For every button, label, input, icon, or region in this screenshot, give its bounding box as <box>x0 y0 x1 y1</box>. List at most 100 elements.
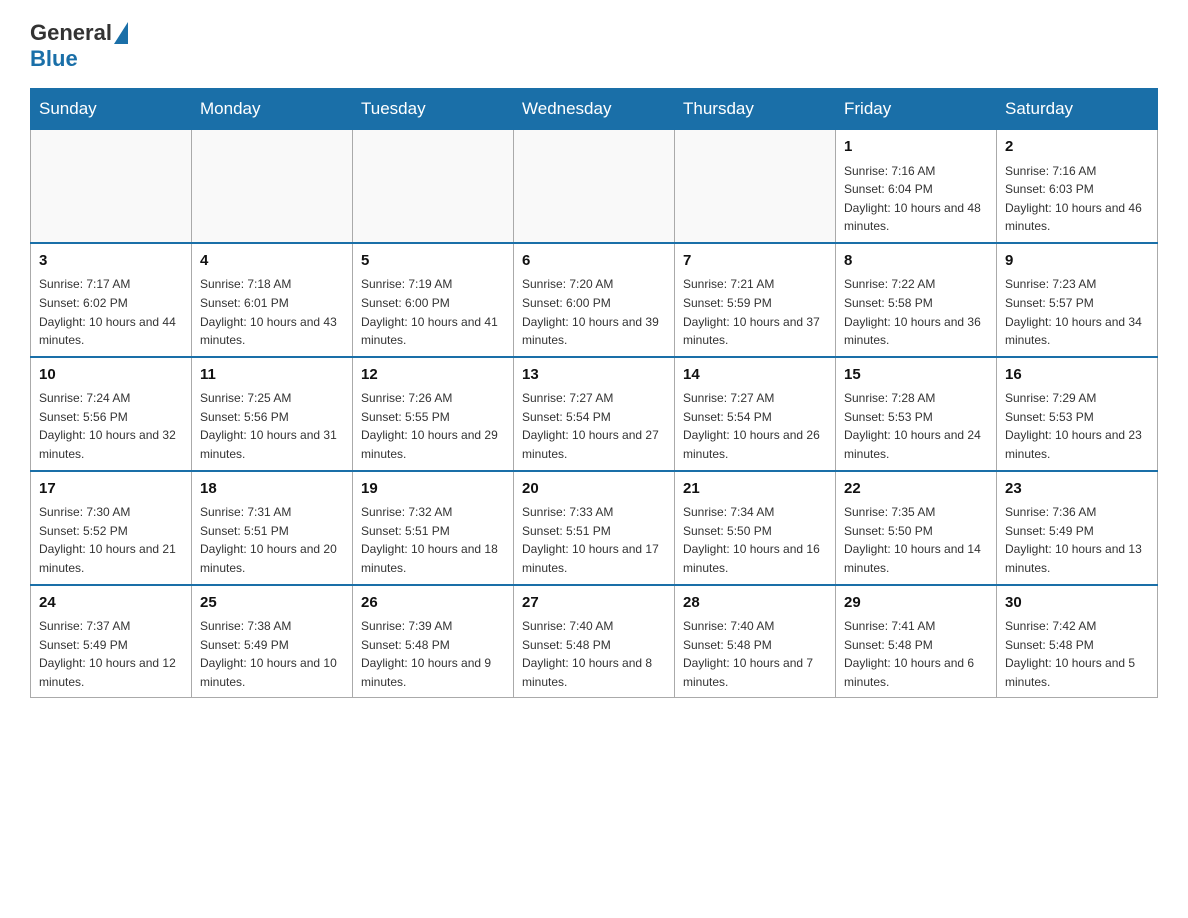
empty-day-cell <box>31 130 192 243</box>
day-info: Sunrise: 7:32 AMSunset: 5:51 PMDaylight:… <box>361 503 505 577</box>
calendar-week-row: 17Sunrise: 7:30 AMSunset: 5:52 PMDayligh… <box>31 471 1158 585</box>
day-number: 29 <box>844 592 988 615</box>
calendar-day-25: 25Sunrise: 7:38 AMSunset: 5:49 PMDayligh… <box>192 585 353 698</box>
day-number: 9 <box>1005 250 1149 273</box>
calendar-day-17: 17Sunrise: 7:30 AMSunset: 5:52 PMDayligh… <box>31 471 192 585</box>
day-info: Sunrise: 7:22 AMSunset: 5:58 PMDaylight:… <box>844 275 988 349</box>
day-info: Sunrise: 7:29 AMSunset: 5:53 PMDaylight:… <box>1005 389 1149 463</box>
calendar-day-2: 2 Sunrise: 7:16 AMSunset: 6:03 PMDaylight… <box>997 130 1158 243</box>
calendar-day-29: 29Sunrise: 7:41 AMSunset: 5:48 PMDayligh… <box>836 585 997 698</box>
day-number: 28 <box>683 592 827 615</box>
day-info: Sunrise: 7:27 AMSunset: 5:54 PMDaylight:… <box>683 389 827 463</box>
day-info: Sunrise: 7:42 AMSunset: 5:48 PMDaylight:… <box>1005 617 1149 691</box>
calendar-day-28: 28Sunrise: 7:40 AMSunset: 5:48 PMDayligh… <box>675 585 836 698</box>
day-info: Sunrise: 7:37 AMSunset: 5:49 PMDaylight:… <box>39 617 183 691</box>
day-headers-row: SundayMondayTuesdayWednesdayThursdayFrid… <box>31 89 1158 130</box>
calendar-day-16: 16Sunrise: 7:29 AMSunset: 5:53 PMDayligh… <box>997 357 1158 471</box>
day-header-friday: Friday <box>836 89 997 130</box>
day-number: 6 <box>522 250 666 273</box>
day-number: 7 <box>683 250 827 273</box>
day-number: 27 <box>522 592 666 615</box>
calendar-week-row: 1 Sunrise: 7:16 AMSunset: 6:04 PMDaylight… <box>31 130 1158 243</box>
calendar-day-13: 13Sunrise: 7:27 AMSunset: 5:54 PMDayligh… <box>514 357 675 471</box>
day-number: 23 <box>1005 478 1149 501</box>
calendar-day-7: 7Sunrise: 7:21 AMSunset: 5:59 PMDaylight… <box>675 243 836 357</box>
calendar-day-8: 8Sunrise: 7:22 AMSunset: 5:58 PMDaylight… <box>836 243 997 357</box>
calendar-day-1: 1 Sunrise: 7:16 AMSunset: 6:04 PMDaylight… <box>836 130 997 243</box>
day-number: 16 <box>1005 364 1149 387</box>
day-info: Sunrise: 7:38 AMSunset: 5:49 PMDaylight:… <box>200 617 344 691</box>
day-number: 13 <box>522 364 666 387</box>
day-number: 24 <box>39 592 183 615</box>
day-info: Sunrise: 7:16 AMSunset: 6:04 PMDaylight:… <box>844 162 988 236</box>
page-header: General Blue <box>30 20 1158 72</box>
day-info: Sunrise: 7:24 AMSunset: 5:56 PMDaylight:… <box>39 389 183 463</box>
day-number: 19 <box>361 478 505 501</box>
day-info: Sunrise: 7:41 AMSunset: 5:48 PMDaylight:… <box>844 617 988 691</box>
day-number: 25 <box>200 592 344 615</box>
calendar-day-4: 4Sunrise: 7:18 AMSunset: 6:01 PMDaylight… <box>192 243 353 357</box>
calendar-day-11: 11Sunrise: 7:25 AMSunset: 5:56 PMDayligh… <box>192 357 353 471</box>
day-info: Sunrise: 7:33 AMSunset: 5:51 PMDaylight:… <box>522 503 666 577</box>
logo: General Blue <box>30 20 130 72</box>
calendar-day-21: 21Sunrise: 7:34 AMSunset: 5:50 PMDayligh… <box>675 471 836 585</box>
logo-general-text: General <box>30 20 112 46</box>
day-header-wednesday: Wednesday <box>514 89 675 130</box>
day-number: 17 <box>39 478 183 501</box>
day-number: 10 <box>39 364 183 387</box>
empty-day-cell <box>192 130 353 243</box>
calendar-day-23: 23Sunrise: 7:36 AMSunset: 5:49 PMDayligh… <box>997 471 1158 585</box>
day-header-sunday: Sunday <box>31 89 192 130</box>
day-number: 4 <box>200 250 344 273</box>
day-info: Sunrise: 7:39 AMSunset: 5:48 PMDaylight:… <box>361 617 505 691</box>
day-info: Sunrise: 7:23 AMSunset: 5:57 PMDaylight:… <box>1005 275 1149 349</box>
day-info: Sunrise: 7:40 AMSunset: 5:48 PMDaylight:… <box>522 617 666 691</box>
calendar-day-3: 3Sunrise: 7:17 AMSunset: 6:02 PMDaylight… <box>31 243 192 357</box>
day-number: 18 <box>200 478 344 501</box>
day-number: 8 <box>844 250 988 273</box>
calendar-week-row: 24Sunrise: 7:37 AMSunset: 5:49 PMDayligh… <box>31 585 1158 698</box>
day-info: Sunrise: 7:18 AMSunset: 6:01 PMDaylight:… <box>200 275 344 349</box>
day-info: Sunrise: 7:20 AMSunset: 6:00 PMDaylight:… <box>522 275 666 349</box>
calendar-week-row: 3Sunrise: 7:17 AMSunset: 6:02 PMDaylight… <box>31 243 1158 357</box>
day-number: 1 <box>844 136 988 159</box>
calendar-day-9: 9Sunrise: 7:23 AMSunset: 5:57 PMDaylight… <box>997 243 1158 357</box>
empty-day-cell <box>514 130 675 243</box>
calendar-day-14: 14Sunrise: 7:27 AMSunset: 5:54 PMDayligh… <box>675 357 836 471</box>
day-info: Sunrise: 7:40 AMSunset: 5:48 PMDaylight:… <box>683 617 827 691</box>
calendar-day-15: 15Sunrise: 7:28 AMSunset: 5:53 PMDayligh… <box>836 357 997 471</box>
calendar-week-row: 10Sunrise: 7:24 AMSunset: 5:56 PMDayligh… <box>31 357 1158 471</box>
day-number: 3 <box>39 250 183 273</box>
empty-day-cell <box>675 130 836 243</box>
day-info: Sunrise: 7:17 AMSunset: 6:02 PMDaylight:… <box>39 275 183 349</box>
day-info: Sunrise: 7:27 AMSunset: 5:54 PMDaylight:… <box>522 389 666 463</box>
day-info: Sunrise: 7:28 AMSunset: 5:53 PMDaylight:… <box>844 389 988 463</box>
day-number: 5 <box>361 250 505 273</box>
day-number: 12 <box>361 364 505 387</box>
day-number: 21 <box>683 478 827 501</box>
day-info: Sunrise: 7:19 AMSunset: 6:00 PMDaylight:… <box>361 275 505 349</box>
day-info: Sunrise: 7:31 AMSunset: 5:51 PMDaylight:… <box>200 503 344 577</box>
day-number: 20 <box>522 478 666 501</box>
calendar-day-5: 5Sunrise: 7:19 AMSunset: 6:00 PMDaylight… <box>353 243 514 357</box>
calendar-day-19: 19Sunrise: 7:32 AMSunset: 5:51 PMDayligh… <box>353 471 514 585</box>
day-header-thursday: Thursday <box>675 89 836 130</box>
calendar-day-24: 24Sunrise: 7:37 AMSunset: 5:49 PMDayligh… <box>31 585 192 698</box>
day-number: 30 <box>1005 592 1149 615</box>
empty-day-cell <box>353 130 514 243</box>
day-info: Sunrise: 7:16 AMSunset: 6:03 PMDaylight:… <box>1005 162 1149 236</box>
calendar-day-30: 30Sunrise: 7:42 AMSunset: 5:48 PMDayligh… <box>997 585 1158 698</box>
day-info: Sunrise: 7:25 AMSunset: 5:56 PMDaylight:… <box>200 389 344 463</box>
logo-blue-text: Blue <box>30 46 78 71</box>
day-header-monday: Monday <box>192 89 353 130</box>
calendar-day-22: 22Sunrise: 7:35 AMSunset: 5:50 PMDayligh… <box>836 471 997 585</box>
calendar-day-18: 18Sunrise: 7:31 AMSunset: 5:51 PMDayligh… <box>192 471 353 585</box>
logo-triangle-icon <box>114 22 128 44</box>
day-number: 26 <box>361 592 505 615</box>
calendar-day-27: 27Sunrise: 7:40 AMSunset: 5:48 PMDayligh… <box>514 585 675 698</box>
day-number: 22 <box>844 478 988 501</box>
day-number: 14 <box>683 364 827 387</box>
day-info: Sunrise: 7:36 AMSunset: 5:49 PMDaylight:… <box>1005 503 1149 577</box>
day-number: 2 <box>1005 136 1149 159</box>
calendar-table: SundayMondayTuesdayWednesdayThursdayFrid… <box>30 88 1158 698</box>
